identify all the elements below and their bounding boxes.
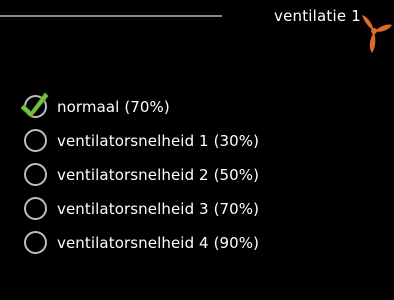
option-fan-speed-3[interactable]: ventilatorsnelheid 3 (70%) — [21, 192, 381, 226]
radio-checked[interactable] — [21, 90, 57, 124]
radio-unchecked[interactable] — [21, 124, 57, 158]
option-label: normaal (70%) — [57, 98, 170, 116]
radio-unchecked[interactable] — [21, 158, 57, 192]
radio-circle — [24, 197, 47, 220]
option-normaal[interactable]: normaal (70%) — [21, 90, 381, 124]
option-label: ventilatorsnelheid 1 (30%) — [57, 132, 260, 150]
header-divider — [0, 15, 222, 17]
option-fan-speed-4[interactable]: ventilatorsnelheid 4 (90%) — [21, 226, 381, 260]
radio-circle — [24, 231, 47, 254]
option-label: ventilatorsnelheid 4 (90%) — [57, 234, 260, 252]
radio-circle — [24, 129, 47, 152]
radio-unchecked[interactable] — [21, 192, 57, 226]
ventilation-options: normaal (70%) ventilatorsnelheid 1 (30%)… — [21, 90, 381, 260]
page-title: ventilatie 1 — [274, 7, 362, 25]
option-fan-speed-1[interactable]: ventilatorsnelheid 1 (30%) — [21, 124, 381, 158]
fan-icon — [362, 15, 392, 53]
radio-circle — [24, 163, 47, 186]
radio-unchecked[interactable] — [21, 226, 57, 260]
option-fan-speed-2[interactable]: ventilatorsnelheid 2 (50%) — [21, 158, 381, 192]
checkmark-icon — [21, 92, 49, 118]
option-label: ventilatorsnelheid 2 (50%) — [57, 166, 260, 184]
option-label: ventilatorsnelheid 3 (70%) — [57, 200, 260, 218]
